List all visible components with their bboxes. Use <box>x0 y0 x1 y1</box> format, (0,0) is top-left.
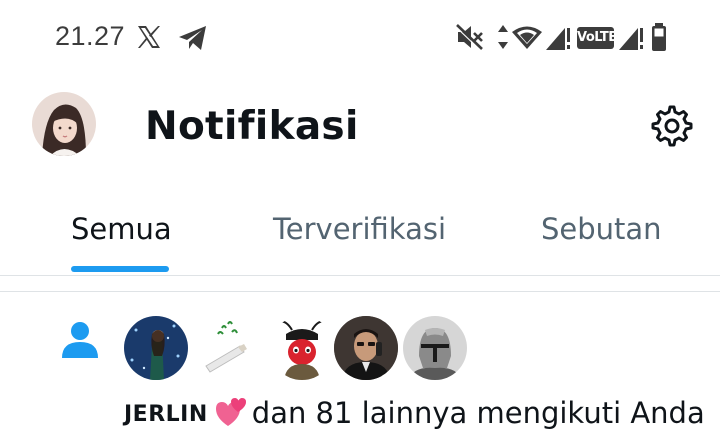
header: Notifikasi <box>0 72 720 192</box>
profile-avatar[interactable] <box>32 92 96 156</box>
mute-icon <box>455 24 483 51</box>
signal-icon <box>546 28 570 50</box>
status-time: 21.27 <box>55 21 126 51</box>
person-icon <box>62 322 98 358</box>
status-bar: 21.27 VoLTE <box>0 0 720 72</box>
tab-label: Sebutan <box>541 212 662 246</box>
notification-message: dan 81 lainnya mengikuti Anda <box>251 396 705 430</box>
follower-name[interactable]: JERLIN <box>124 402 208 427</box>
tab-semua[interactable]: Semua <box>0 192 240 276</box>
volte-badge: VoLTE <box>577 27 617 49</box>
follower-avatar[interactable] <box>124 316 188 380</box>
tab-label: Semua <box>71 212 172 246</box>
follower-avatar[interactable] <box>270 316 334 380</box>
wifi-icon <box>512 26 542 49</box>
page-title: Notifikasi <box>145 104 359 149</box>
tab-bar: Semua Terverifikasi Sebutan <box>0 192 720 276</box>
notification-text: JERLIN dan 81 lainnya mengikuti Anda <box>124 396 705 430</box>
follower-avatar[interactable] <box>192 316 256 380</box>
follower-avatar[interactable] <box>334 316 398 380</box>
two-hearts-icon <box>215 398 246 426</box>
gear-icon[interactable] <box>650 104 694 148</box>
tab-active-indicator <box>71 266 169 272</box>
signal-icon <box>619 28 643 50</box>
x-logo-icon <box>138 26 160 48</box>
follower-avatar[interactable] <box>403 316 467 380</box>
data-arrows-icon <box>498 25 508 49</box>
notification-item[interactable]: JERLIN dan 81 lainnya mengikuti Anda <box>0 292 720 448</box>
telegram-icon <box>179 26 206 50</box>
battery-icon <box>652 23 666 51</box>
tab-label: Terverifikasi <box>273 212 447 246</box>
